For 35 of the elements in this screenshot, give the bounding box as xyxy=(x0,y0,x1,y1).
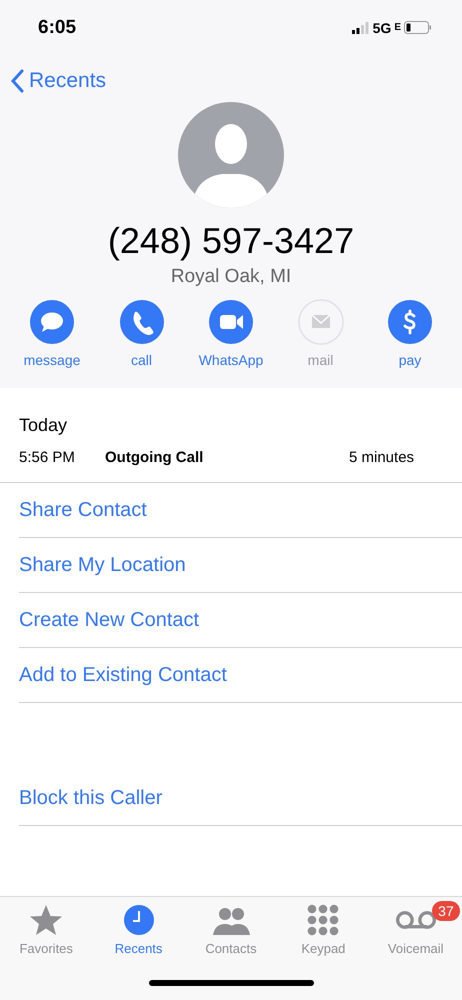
contact-option[interactable]: Create New Contact xyxy=(19,593,462,648)
envelope-icon xyxy=(298,299,344,345)
contact-option[interactable]: Share My Location xyxy=(19,538,462,593)
tab-bar-item[interactable]: Favorites xyxy=(0,903,92,956)
speech-bubble-icon xyxy=(29,299,75,345)
contact-option[interactable]: Share Contact xyxy=(19,483,462,538)
back-link[interactable]: Recents xyxy=(10,69,106,93)
tab-bar-item[interactable]: Contacts xyxy=(184,903,277,956)
tab-bar-item[interactable]: Voicemail 37 xyxy=(370,903,462,956)
contact-option[interactable]: Add to Existing Contact xyxy=(19,648,462,703)
call-duration: 5 minutes xyxy=(349,448,416,466)
phone-icon xyxy=(118,299,164,345)
location-label: Royal Oak, MI xyxy=(170,266,292,288)
tab-bar-item[interactable]: Recents xyxy=(92,903,185,956)
status-time: 6:05 xyxy=(38,16,76,38)
network-label: 5G xyxy=(372,20,392,36)
tab-bar-item[interactable]: Keypad xyxy=(277,903,370,956)
chevron-left-icon xyxy=(10,69,24,93)
pay-action-button[interactable]: pay xyxy=(366,299,454,368)
call-action-button[interactable]: call xyxy=(98,299,186,368)
battery-icon xyxy=(404,21,432,34)
signal-icon xyxy=(352,22,370,34)
network-suffix: E xyxy=(394,22,401,33)
count-badge: 37 xyxy=(432,901,460,921)
message-action-button[interactable]: message xyxy=(8,299,96,368)
avatar-icon xyxy=(178,102,284,208)
block-caller-link[interactable]: Block this Caller xyxy=(19,771,462,826)
call-time: 5:56 PM xyxy=(19,448,76,466)
date-heading: Today xyxy=(19,415,68,436)
call-type: Outgoing Call xyxy=(105,448,204,466)
phone-number: (248) 597-3427 xyxy=(106,220,356,262)
dollar-icon xyxy=(387,299,433,345)
video-camera-icon xyxy=(208,299,254,345)
voicemail-icon xyxy=(396,910,436,930)
video-action-button[interactable]: WhatsApp xyxy=(187,299,275,368)
